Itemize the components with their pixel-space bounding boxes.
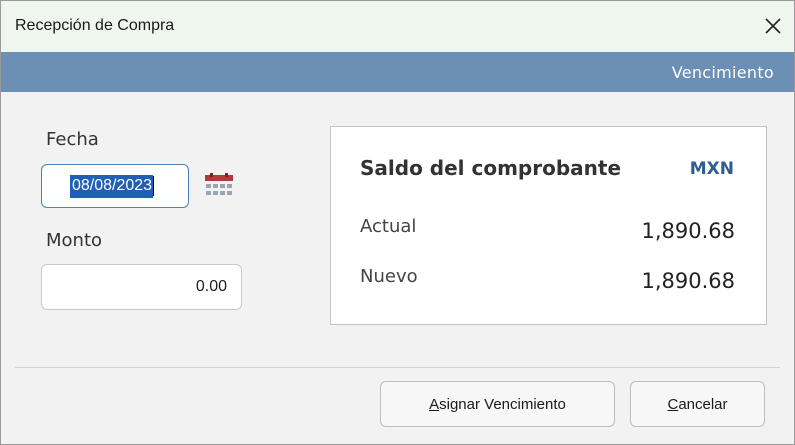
assign-label: signar Vencimiento — [439, 395, 566, 413]
nuevo-label: Nuevo — [360, 266, 418, 287]
nuevo-value: 1,890.68 — [641, 269, 735, 293]
close-button[interactable] — [756, 9, 790, 43]
monto-label: Monto — [46, 230, 103, 251]
saldo-title: Saldo del comprobante — [360, 156, 622, 180]
fecha-value: 08/08/2023 — [70, 174, 154, 198]
assign-due-date-button[interactable]: Asignar Vencimiento — [380, 381, 615, 427]
monto-field[interactable]: 0.00 — [41, 264, 242, 310]
currency-label: MXN — [689, 159, 734, 179]
close-icon — [765, 18, 781, 34]
saldo-panel: Saldo del comprobante MXN Actual 1,890.6… — [330, 126, 767, 325]
actual-value: 1,890.68 — [641, 219, 735, 243]
cancel-label: ancelar — [678, 395, 728, 413]
window-title: Recepción de Compra — [15, 17, 175, 34]
cancel-button[interactable]: Cancelar — [630, 381, 765, 427]
section-banner: Vencimiento — [1, 52, 794, 92]
fecha-label: Fecha — [46, 129, 99, 150]
calendar-button[interactable] — [204, 173, 234, 199]
text-caret — [153, 176, 155, 196]
fecha-field[interactable]: 08/08/2023 — [41, 164, 189, 208]
footer-divider — [15, 367, 780, 368]
calendar-icon — [205, 173, 233, 195]
banner-title: Vencimiento — [671, 63, 774, 82]
title-bar: Recepción de Compra — [1, 1, 794, 52]
actual-label: Actual — [360, 216, 417, 237]
cancel-mnemonic: C — [667, 395, 679, 413]
dialog-window: Recepción de Compra Vencimiento Fecha 08… — [0, 0, 795, 445]
assign-mnemonic: A — [429, 395, 440, 413]
